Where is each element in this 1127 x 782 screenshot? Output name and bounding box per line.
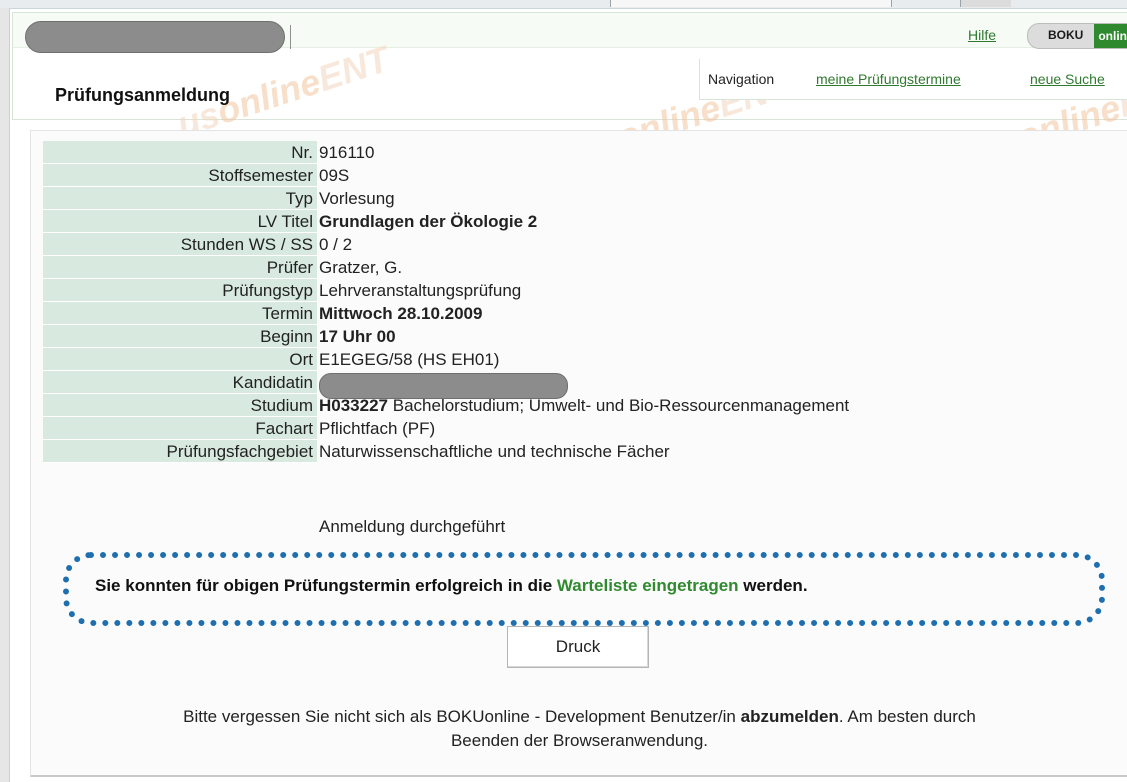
detail-value: 17 Uhr 00	[319, 327, 396, 346]
header-separator	[290, 25, 291, 49]
detail-value: H033227 Bachelorstudium; Umwelt- und Bio…	[319, 394, 849, 417]
detail-row-examiner: Prüfer Gratzer, G.	[43, 256, 1103, 279]
header-topbar: Hilfe BOKU online	[13, 13, 1127, 53]
study-code: H033227	[319, 396, 389, 415]
detail-value: 916110	[319, 143, 375, 162]
redacted-user-name	[25, 21, 285, 53]
navigation-bar: Navigation meine Prüfungstermine neue Su…	[699, 59, 1127, 100]
waitlist-message-box: Sie konnten für obigen Prüfungstermin er…	[63, 552, 1105, 626]
registration-status: Anmeldung durchgeführt	[319, 517, 506, 536]
detail-value: Grundlagen der Ökologie 2	[319, 212, 538, 231]
detail-label: Stunden WS / SS	[43, 233, 317, 256]
nav-link-new-search[interactable]: neue Suche	[1030, 71, 1105, 87]
detail-row-subject-type: Fachart Pflichtfach (PF)	[43, 417, 1103, 440]
logout-reminder-line-2: Beenden der Browseranwendung.	[450, 731, 709, 750]
detail-label: Ort	[43, 348, 317, 371]
detail-value: Pflichtfach (PF)	[319, 419, 436, 438]
detail-label: Termin	[43, 302, 317, 325]
browser-address-control[interactable]	[610, 0, 892, 7]
help-link[interactable]: Hilfe	[968, 27, 996, 43]
detail-label: Kandidatin	[43, 371, 317, 394]
exam-registration-panel: Nr. 916110 Stoffsemester 09S Typ Vorlesu…	[30, 130, 1127, 777]
detail-value: Lehrveranstaltungsprüfung	[319, 281, 522, 300]
detail-row-semester: Stoffsemester 09S	[43, 164, 1103, 187]
detail-label: LV Titel	[43, 210, 317, 233]
brand-boku-text: BOKU	[1048, 28, 1084, 42]
detail-label: Studium	[43, 394, 317, 417]
detail-row-subject-area: Prüfungsfachgebiet Naturwissenschaftlich…	[43, 440, 1103, 463]
logout-reminder: Bitte vergessen Sie nicht sich als BOKUo…	[31, 705, 1127, 753]
detail-row-type: Typ Vorlesung	[43, 187, 1103, 210]
logout-reminder-line-1: Bitte vergessen Sie nicht sich als BOKUo…	[183, 707, 976, 726]
detail-row-candidate: Kandidatin	[43, 371, 1103, 399]
detail-value: E1EGEG/58 (HS EH01)	[319, 350, 500, 369]
study-name: Bachelorstudium; Umwelt- und Bio-Ressour…	[388, 396, 850, 415]
detail-value: Mittwoch 28.10.2009	[319, 304, 483, 323]
detail-label: Nr.	[43, 141, 317, 164]
detail-value: Vorlesung	[319, 189, 395, 208]
detail-row-hours: Stunden WS / SS 0 / 2	[43, 233, 1103, 256]
waitlist-message: Sie konnten für obigen Prüfungstermin er…	[95, 576, 808, 595]
detail-label: Prüfer	[43, 256, 317, 279]
brand-online-text: online	[1094, 24, 1127, 48]
detail-row-date: Termin Mittwoch 28.10.2009	[43, 302, 1103, 325]
boku-online-logo[interactable]: BOKU online	[1027, 23, 1127, 49]
left-frame-edge	[0, 8, 10, 782]
print-button[interactable]: Druck	[507, 626, 649, 668]
waitlist-highlight: Warteliste eingetragen	[556, 576, 739, 595]
exam-details-table: Nr. 916110 Stoffsemester 09S Typ Vorlesu…	[43, 141, 1103, 463]
detail-label: Typ	[43, 187, 317, 210]
detail-label: Prüfungstyp	[43, 279, 317, 302]
detail-row-study: Studium H033227 Bachelorstudium; Umwelt-…	[43, 394, 1103, 417]
detail-row-start-time: Beginn 17 Uhr 00	[43, 325, 1103, 348]
detail-row-location: Ort E1EGEG/58 (HS EH01)	[43, 348, 1103, 371]
detail-row-number: Nr. 916110	[43, 141, 1103, 164]
detail-label: Stoffsemester	[43, 164, 317, 187]
detail-label: Beginn	[43, 325, 317, 348]
detail-label: Fachart	[43, 417, 317, 440]
detail-row-exam-type: Prüfungstyp Lehrveranstaltungsprüfung	[43, 279, 1103, 302]
browser-chrome-strip	[0, 0, 1127, 9]
nav-link-my-exam-dates[interactable]: meine Prüfungstermine	[816, 71, 961, 87]
detail-value: Gratzer, G.	[319, 258, 403, 277]
detail-value: 0 / 2	[319, 235, 353, 254]
navigation-label: Navigation	[708, 71, 775, 87]
detail-value: 09S	[319, 166, 350, 185]
detail-row-course-title: LV Titel Grundlagen der Ökologie 2	[43, 210, 1103, 233]
detail-label: Prüfungsfachgebiet	[43, 440, 317, 463]
detail-value: Naturwissenschaftliche und technische Fä…	[319, 442, 670, 461]
page-header: Hilfe BOKU online usonlineENT usonlineEN…	[12, 12, 1127, 171]
browser-toolbar-control[interactable]	[960, 0, 1011, 7]
page-title: Prüfungsanmeldung	[55, 85, 230, 105]
